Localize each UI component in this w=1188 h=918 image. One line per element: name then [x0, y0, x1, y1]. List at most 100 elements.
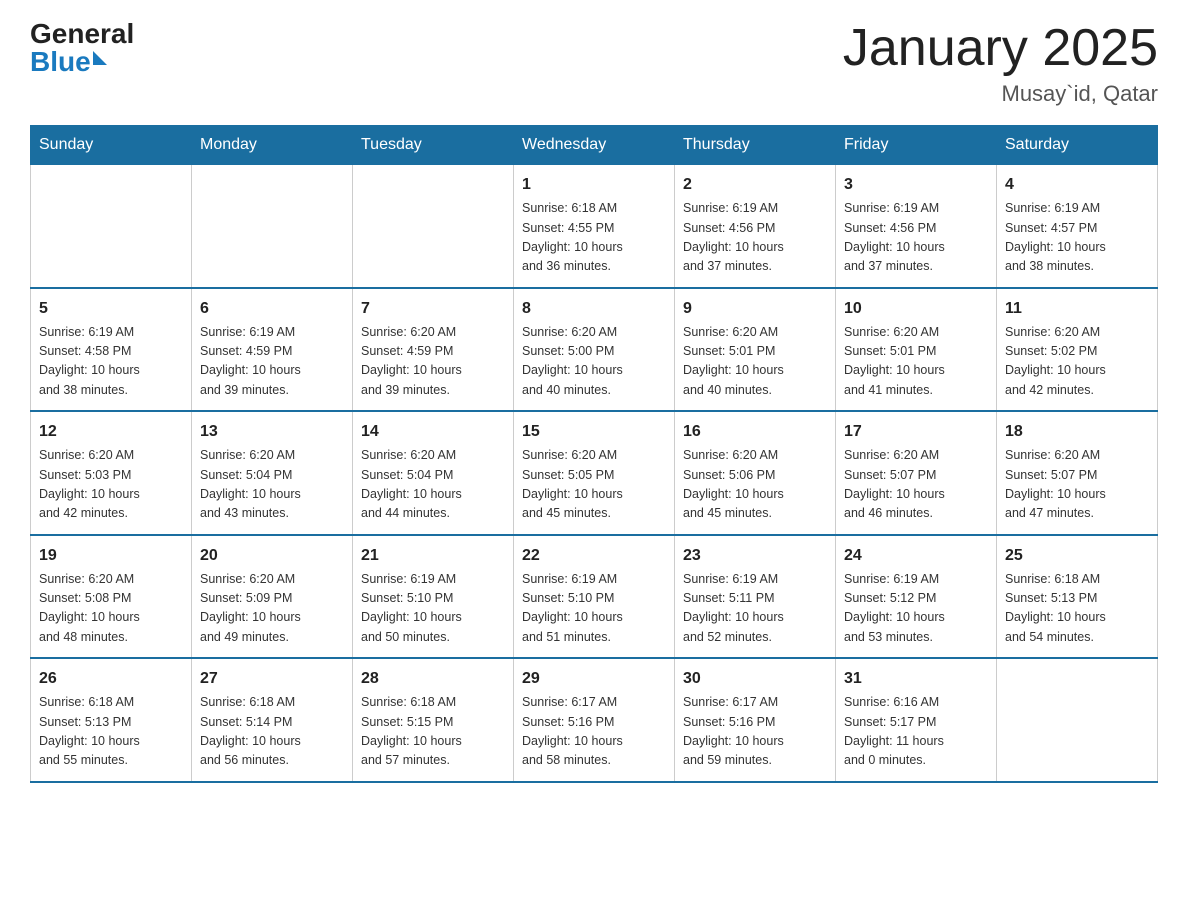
- table-row: 31Sunrise: 6:16 AMSunset: 5:17 PMDayligh…: [836, 658, 997, 782]
- day-number: 29: [522, 667, 666, 691]
- table-row: 19Sunrise: 6:20 AMSunset: 5:08 PMDayligh…: [31, 535, 192, 659]
- day-info: Sunrise: 6:17 AMSunset: 5:16 PMDaylight:…: [683, 693, 827, 771]
- day-info: Sunrise: 6:19 AMSunset: 5:10 PMDaylight:…: [522, 570, 666, 648]
- day-info: Sunrise: 6:16 AMSunset: 5:17 PMDaylight:…: [844, 693, 988, 771]
- table-row: [997, 658, 1158, 782]
- header-saturday: Saturday: [997, 126, 1158, 165]
- day-number: 14: [361, 420, 505, 444]
- table-row: [192, 165, 353, 288]
- day-info: Sunrise: 6:20 AMSunset: 5:06 PMDaylight:…: [683, 446, 827, 524]
- day-number: 18: [1005, 420, 1149, 444]
- day-info: Sunrise: 6:20 AMSunset: 5:01 PMDaylight:…: [683, 323, 827, 401]
- table-row: [31, 165, 192, 288]
- table-row: 6Sunrise: 6:19 AMSunset: 4:59 PMDaylight…: [192, 288, 353, 412]
- day-info: Sunrise: 6:19 AMSunset: 5:10 PMDaylight:…: [361, 570, 505, 648]
- day-info: Sunrise: 6:20 AMSunset: 5:02 PMDaylight:…: [1005, 323, 1149, 401]
- table-row: 21Sunrise: 6:19 AMSunset: 5:10 PMDayligh…: [353, 535, 514, 659]
- day-info: Sunrise: 6:20 AMSunset: 5:03 PMDaylight:…: [39, 446, 183, 524]
- day-info: Sunrise: 6:20 AMSunset: 5:04 PMDaylight:…: [200, 446, 344, 524]
- calendar-week-row: 12Sunrise: 6:20 AMSunset: 5:03 PMDayligh…: [31, 411, 1158, 535]
- table-row: 30Sunrise: 6:17 AMSunset: 5:16 PMDayligh…: [675, 658, 836, 782]
- table-row: 20Sunrise: 6:20 AMSunset: 5:09 PMDayligh…: [192, 535, 353, 659]
- day-info: Sunrise: 6:19 AMSunset: 5:12 PMDaylight:…: [844, 570, 988, 648]
- day-info: Sunrise: 6:20 AMSunset: 5:09 PMDaylight:…: [200, 570, 344, 648]
- table-row: 13Sunrise: 6:20 AMSunset: 5:04 PMDayligh…: [192, 411, 353, 535]
- table-row: 25Sunrise: 6:18 AMSunset: 5:13 PMDayligh…: [997, 535, 1158, 659]
- table-row: 29Sunrise: 6:17 AMSunset: 5:16 PMDayligh…: [514, 658, 675, 782]
- calendar-week-row: 19Sunrise: 6:20 AMSunset: 5:08 PMDayligh…: [31, 535, 1158, 659]
- table-row: 15Sunrise: 6:20 AMSunset: 5:05 PMDayligh…: [514, 411, 675, 535]
- day-number: 15: [522, 420, 666, 444]
- day-info: Sunrise: 6:18 AMSunset: 5:14 PMDaylight:…: [200, 693, 344, 771]
- day-number: 8: [522, 297, 666, 321]
- day-number: 2: [683, 173, 827, 197]
- day-number: 9: [683, 297, 827, 321]
- header-thursday: Thursday: [675, 126, 836, 165]
- table-row: 12Sunrise: 6:20 AMSunset: 5:03 PMDayligh…: [31, 411, 192, 535]
- table-row: 8Sunrise: 6:20 AMSunset: 5:00 PMDaylight…: [514, 288, 675, 412]
- table-row: 3Sunrise: 6:19 AMSunset: 4:56 PMDaylight…: [836, 165, 997, 288]
- day-number: 6: [200, 297, 344, 321]
- table-row: 7Sunrise: 6:20 AMSunset: 4:59 PMDaylight…: [353, 288, 514, 412]
- table-row: 27Sunrise: 6:18 AMSunset: 5:14 PMDayligh…: [192, 658, 353, 782]
- day-info: Sunrise: 6:18 AMSunset: 5:15 PMDaylight:…: [361, 693, 505, 771]
- day-number: 5: [39, 297, 183, 321]
- calendar-table: Sunday Monday Tuesday Wednesday Thursday…: [30, 125, 1158, 783]
- day-number: 28: [361, 667, 505, 691]
- calendar-location: Musay`id, Qatar: [843, 81, 1158, 107]
- day-info: Sunrise: 6:20 AMSunset: 5:07 PMDaylight:…: [1005, 446, 1149, 524]
- day-number: 17: [844, 420, 988, 444]
- table-row: 14Sunrise: 6:20 AMSunset: 5:04 PMDayligh…: [353, 411, 514, 535]
- table-row: 11Sunrise: 6:20 AMSunset: 5:02 PMDayligh…: [997, 288, 1158, 412]
- day-number: 26: [39, 667, 183, 691]
- table-row: 24Sunrise: 6:19 AMSunset: 5:12 PMDayligh…: [836, 535, 997, 659]
- table-row: 28Sunrise: 6:18 AMSunset: 5:15 PMDayligh…: [353, 658, 514, 782]
- calendar-week-row: 1Sunrise: 6:18 AMSunset: 4:55 PMDaylight…: [31, 165, 1158, 288]
- day-number: 7: [361, 297, 505, 321]
- day-info: Sunrise: 6:20 AMSunset: 5:00 PMDaylight:…: [522, 323, 666, 401]
- day-number: 23: [683, 544, 827, 568]
- header-monday: Monday: [192, 126, 353, 165]
- day-info: Sunrise: 6:20 AMSunset: 5:01 PMDaylight:…: [844, 323, 988, 401]
- day-number: 25: [1005, 544, 1149, 568]
- day-info: Sunrise: 6:20 AMSunset: 5:07 PMDaylight:…: [844, 446, 988, 524]
- day-info: Sunrise: 6:19 AMSunset: 5:11 PMDaylight:…: [683, 570, 827, 648]
- calendar-week-row: 26Sunrise: 6:18 AMSunset: 5:13 PMDayligh…: [31, 658, 1158, 782]
- day-number: 1: [522, 173, 666, 197]
- logo-triangle-icon: [93, 51, 107, 65]
- day-number: 11: [1005, 297, 1149, 321]
- day-number: 22: [522, 544, 666, 568]
- day-number: 4: [1005, 173, 1149, 197]
- day-info: Sunrise: 6:19 AMSunset: 4:58 PMDaylight:…: [39, 323, 183, 401]
- day-number: 3: [844, 173, 988, 197]
- day-info: Sunrise: 6:19 AMSunset: 4:59 PMDaylight:…: [200, 323, 344, 401]
- day-info: Sunrise: 6:19 AMSunset: 4:57 PMDaylight:…: [1005, 199, 1149, 277]
- table-row: 26Sunrise: 6:18 AMSunset: 5:13 PMDayligh…: [31, 658, 192, 782]
- logo-general-text: General: [30, 20, 134, 48]
- table-row: 10Sunrise: 6:20 AMSunset: 5:01 PMDayligh…: [836, 288, 997, 412]
- day-number: 13: [200, 420, 344, 444]
- day-number: 24: [844, 544, 988, 568]
- table-row: 17Sunrise: 6:20 AMSunset: 5:07 PMDayligh…: [836, 411, 997, 535]
- table-row: 23Sunrise: 6:19 AMSunset: 5:11 PMDayligh…: [675, 535, 836, 659]
- header-sunday: Sunday: [31, 126, 192, 165]
- logo: General Blue: [30, 20, 134, 76]
- day-number: 30: [683, 667, 827, 691]
- table-row: 16Sunrise: 6:20 AMSunset: 5:06 PMDayligh…: [675, 411, 836, 535]
- day-number: 20: [200, 544, 344, 568]
- day-number: 21: [361, 544, 505, 568]
- table-row: 9Sunrise: 6:20 AMSunset: 5:01 PMDaylight…: [675, 288, 836, 412]
- header-friday: Friday: [836, 126, 997, 165]
- day-info: Sunrise: 6:18 AMSunset: 5:13 PMDaylight:…: [1005, 570, 1149, 648]
- table-row: [353, 165, 514, 288]
- day-info: Sunrise: 6:20 AMSunset: 5:05 PMDaylight:…: [522, 446, 666, 524]
- day-info: Sunrise: 6:20 AMSunset: 4:59 PMDaylight:…: [361, 323, 505, 401]
- day-number: 16: [683, 420, 827, 444]
- table-row: 18Sunrise: 6:20 AMSunset: 5:07 PMDayligh…: [997, 411, 1158, 535]
- day-number: 10: [844, 297, 988, 321]
- header-wednesday: Wednesday: [514, 126, 675, 165]
- logo-blue-text: Blue: [30, 48, 107, 76]
- day-number: 27: [200, 667, 344, 691]
- day-number: 31: [844, 667, 988, 691]
- page-header: General Blue January 2025 Musay`id, Qata…: [30, 20, 1158, 107]
